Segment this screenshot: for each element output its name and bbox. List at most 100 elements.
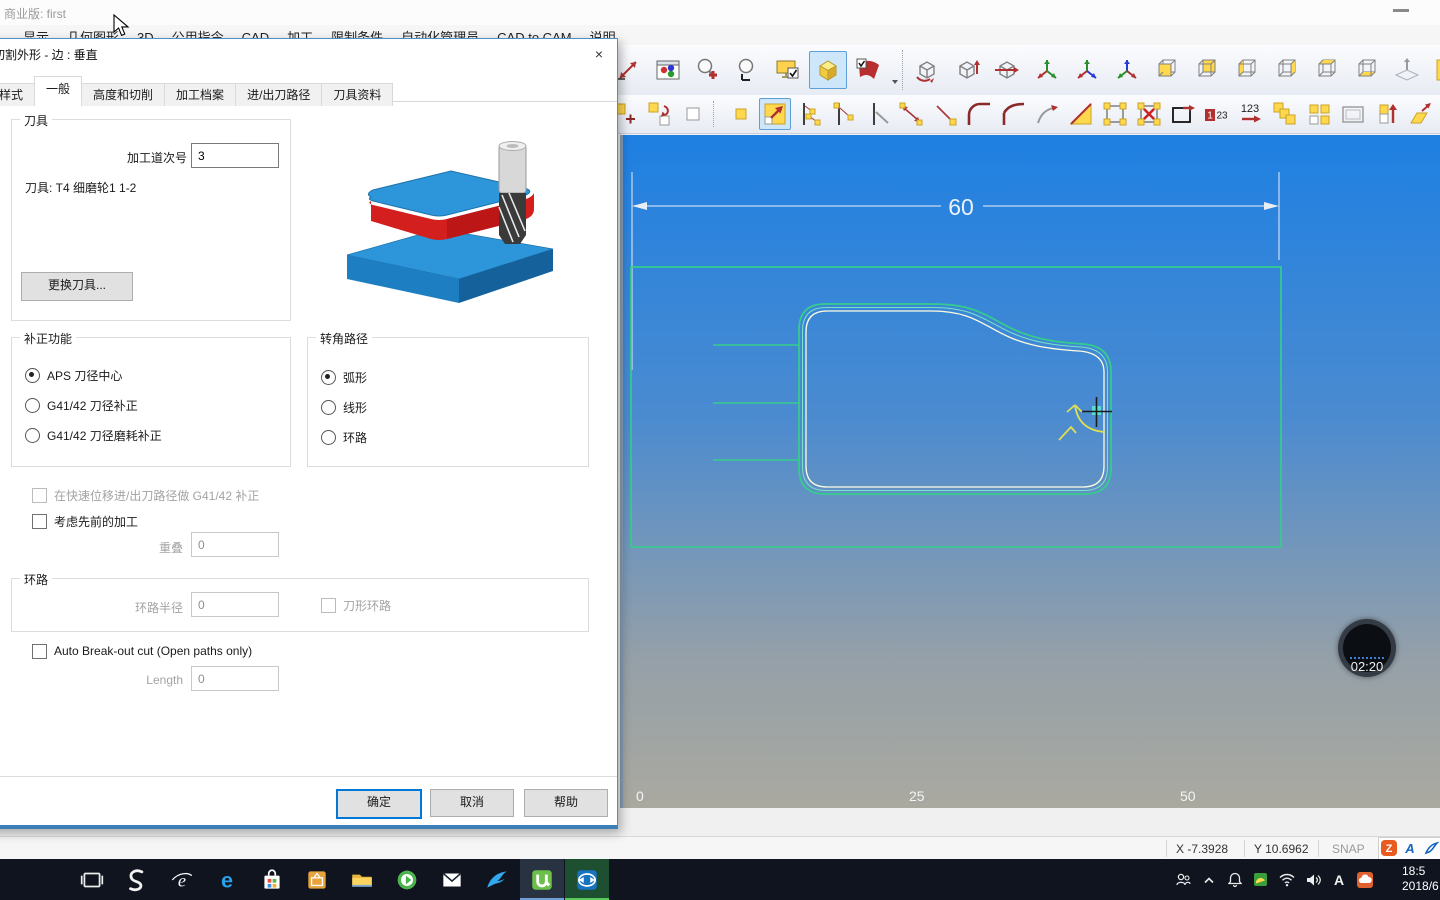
recording-timer-overlay[interactable]: 02:20	[1338, 619, 1396, 677]
skew-par-icon[interactable]	[1405, 98, 1437, 130]
tray-ime-a-icon[interactable]: A	[1328, 869, 1350, 891]
fillet-icon[interactable]	[963, 98, 995, 130]
auto-breakout-checkbox[interactable]: Auto Break-out cut (Open paths only)	[32, 643, 252, 659]
ok-button[interactable]: 确定	[336, 789, 422, 819]
tab-刀具资料[interactable]: 刀具资料	[321, 83, 394, 106]
zoom-in-icon[interactable]	[689, 51, 727, 89]
plane-axis-icon[interactable]	[1388, 51, 1426, 89]
white-square-icon[interactable]	[677, 98, 709, 130]
tool-info: 刀具: T4 细磨轮1 1-2	[25, 181, 137, 195]
line-handle-icon[interactable]	[929, 98, 961, 130]
taskbar-clock[interactable]: 18:5 2018/6	[1402, 864, 1440, 896]
shade-cube-icon[interactable]	[809, 51, 847, 89]
taskbar-store-icon[interactable]	[250, 859, 294, 900]
drawing-viewport[interactable]: 60 0 25 50	[620, 135, 1440, 808]
trim-single-icon[interactable]	[827, 98, 859, 130]
fill-rect-icon[interactable]	[1428, 51, 1440, 89]
zoom-window-icon[interactable]	[729, 51, 767, 89]
face-right-icon[interactable]	[1268, 51, 1306, 89]
column-sort-icon[interactable]	[1371, 98, 1403, 130]
small-square-icon[interactable]	[725, 98, 757, 130]
tray-tray-color-icon[interactable]	[1250, 869, 1272, 891]
undo-points-icon[interactable]	[643, 98, 675, 130]
tray-bell-icon[interactable]	[1224, 869, 1246, 891]
corner-option-1[interactable]: 线形	[321, 399, 367, 415]
knife-loop-checkbox[interactable]: 刀形环路	[321, 597, 391, 613]
contour-arrow-icon[interactable]	[1167, 98, 1199, 130]
tab-样式[interactable]: 样式	[0, 83, 36, 106]
frame-rect-icon[interactable]	[1337, 98, 1369, 130]
axis-1-icon[interactable]	[1028, 51, 1066, 89]
close-icon[interactable]: ×	[587, 43, 611, 65]
face-back-icon[interactable]	[1188, 51, 1226, 89]
tray-wifi-icon[interactable]	[1276, 869, 1298, 891]
axis-2-icon[interactable]	[1068, 51, 1106, 89]
tray-volume-icon[interactable]	[1302, 869, 1324, 891]
corner-option-0[interactable]: 弧形	[321, 369, 367, 385]
trim-multi-icon[interactable]	[793, 98, 825, 130]
rapid-compensation-checkbox[interactable]: 在快速位移进/出刀路径做 G41/42 补正	[32, 487, 259, 503]
toolbar-overflow-dropdown-icon[interactable]	[889, 50, 903, 90]
taskbar-edge-icon[interactable]: e	[205, 859, 249, 900]
face-left-icon[interactable]	[1228, 51, 1266, 89]
select-handles-icon[interactable]	[1099, 98, 1131, 130]
statusbar-ime-blue-a-icon[interactable]: A	[1402, 840, 1418, 859]
taskbar-task-view-icon[interactable]	[70, 859, 114, 900]
delete-selection-icon[interactable]	[1133, 98, 1165, 130]
change-tool-button[interactable]: 更换刀具...	[21, 272, 133, 301]
compensation-option-1[interactable]: G41/42 刀径补正	[25, 397, 138, 413]
overlap-input[interactable]	[191, 532, 279, 557]
taskbar-green-app-icon[interactable]	[385, 859, 429, 900]
cancel-button[interactable]: 取消	[430, 789, 514, 817]
toolpath-verify-icon[interactable]	[849, 51, 887, 89]
previous-machining-checkbox[interactable]: 考虑先前的加工	[32, 513, 138, 529]
pattern-grid-icon[interactable]	[1303, 98, 1335, 130]
tab-高度和切削[interactable]: 高度和切削	[81, 83, 166, 106]
face-bottom-icon[interactable]	[1348, 51, 1386, 89]
taskbar-u-app-icon[interactable]	[520, 859, 564, 900]
help-button[interactable]: 帮助	[524, 789, 608, 817]
tab-一般[interactable]: 一般	[34, 76, 83, 103]
statusbar-z-badge-icon[interactable]: Z	[1381, 840, 1398, 859]
rotate-cube-3-icon[interactable]	[988, 51, 1026, 89]
stretch-icon[interactable]	[895, 98, 927, 130]
chamfer-icon[interactable]	[997, 98, 1029, 130]
corner-option-2[interactable]: 环路	[321, 429, 367, 445]
palette-icon[interactable]	[649, 51, 687, 89]
tab-加工档案[interactable]: 加工档案	[164, 83, 237, 106]
taskbar-cad-app-icon[interactable]	[295, 859, 339, 900]
taskbar-internet-explorer-icon[interactable]: e	[160, 859, 204, 900]
svg-text:1: 1	[1207, 111, 1213, 122]
loop-radius-input[interactable]	[191, 592, 279, 617]
hatch-tri-icon[interactable]	[1065, 98, 1097, 130]
axis-3-icon[interactable]	[1108, 51, 1146, 89]
seq-first-icon[interactable]: 1 23	[1201, 98, 1233, 130]
copy-cascade-icon[interactable]	[1269, 98, 1301, 130]
minimize-icon[interactable]	[1393, 9, 1409, 12]
verify-screen-icon[interactable]	[769, 51, 807, 89]
taskbar-file-explorer-icon[interactable]	[340, 859, 384, 900]
rotate-cube-2-icon[interactable]	[948, 51, 986, 89]
move-drag-icon[interactable]	[759, 98, 791, 130]
arc-dir-icon[interactable]	[1031, 98, 1063, 130]
radio-circle	[25, 367, 40, 383]
statusbar-pen-swoosh-icon[interactable]	[1423, 840, 1440, 859]
rotate-cube-1-icon[interactable]	[908, 51, 946, 89]
taskbar-bird-app-icon[interactable]	[475, 859, 519, 900]
taskbar-mail-icon[interactable]	[430, 859, 474, 900]
length-input[interactable]	[191, 666, 279, 691]
tray-chevron-up-icon[interactable]	[1198, 869, 1220, 891]
tray-cloud-orange-icon[interactable]	[1354, 869, 1376, 891]
tray-people-icon[interactable]	[1172, 869, 1194, 891]
pass-number-input[interactable]	[191, 143, 279, 168]
taskbar-browser-360-icon[interactable]	[115, 859, 159, 900]
face-front-icon[interactable]	[1148, 51, 1186, 89]
face-top-icon[interactable]	[1308, 51, 1346, 89]
compensation-option-2[interactable]: G41/42 刀径磨耗补正	[25, 427, 162, 443]
seq-renumber-icon[interactable]: 123	[1235, 98, 1267, 130]
snap-toggle[interactable]: SNAP	[1332, 842, 1365, 856]
break-line-icon[interactable]	[861, 98, 893, 130]
tab-进/出刀路径[interactable]: 进/出刀路径	[235, 83, 323, 106]
compensation-option-0[interactable]: APS 刀径中心	[25, 367, 122, 383]
taskbar-teamviewer-icon[interactable]	[565, 859, 609, 900]
